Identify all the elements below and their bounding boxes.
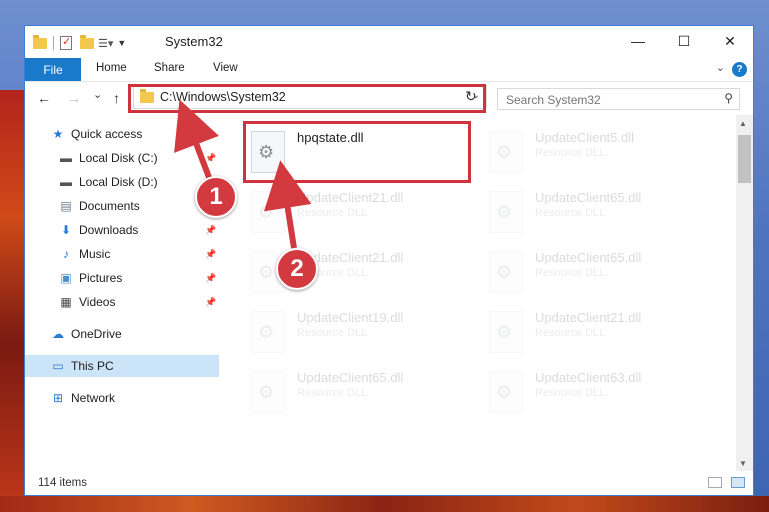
step-1-callout: 1 (195, 176, 237, 218)
annotation-arrows (174, 99, 312, 249)
step-2-callout: 2 (276, 248, 318, 290)
